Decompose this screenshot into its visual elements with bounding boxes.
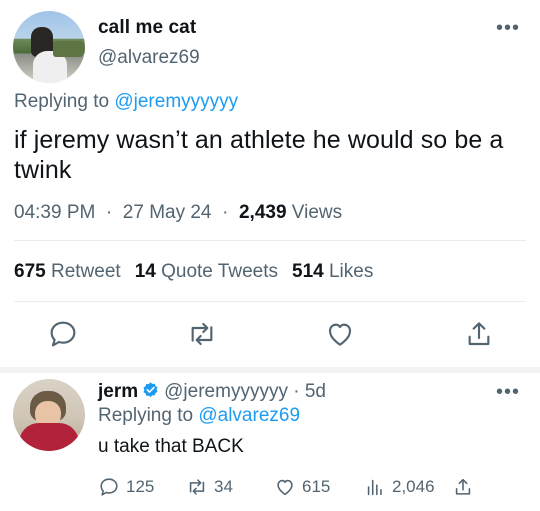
avatar-detail [19, 423, 79, 451]
retweet-button[interactable] [186, 318, 218, 350]
reply-reply-count: 125 [126, 477, 155, 496]
likes-label: Likes [328, 261, 374, 282]
retweets-stat[interactable]: 675 Retweet [14, 261, 121, 282]
replying-to-prefix: Replying to [98, 405, 199, 426]
tweet-text: if jeremy wasn’t an athlete he would so … [14, 126, 504, 184]
tweet-time[interactable]: 04:39 PM [14, 202, 95, 223]
reply-retweet-button[interactable]: 34 [186, 476, 233, 498]
reply-retweet-count: 34 [214, 477, 233, 496]
verified-icon [143, 382, 158, 397]
like-icon [277, 479, 293, 496]
likes-count: 514 [292, 261, 324, 282]
like-icon [328, 323, 352, 346]
tweet-stats: 675 Retweet 14 Quote Tweets 514 Likes [14, 261, 373, 283]
share-button[interactable] [463, 318, 495, 350]
avatar-detail [53, 41, 83, 57]
retweet-icon [191, 322, 213, 346]
reply-reply-button[interactable]: 125 [98, 476, 154, 498]
reply-icon [100, 478, 118, 496]
reply-views-button[interactable]: 2,046 [364, 476, 435, 498]
tweet-meta: 04:39 PM · 27 May 24 · 2,439 Views [14, 202, 342, 224]
views-icon [367, 479, 382, 496]
divider [14, 301, 526, 302]
share-icon [468, 322, 490, 346]
reply-like-button[interactable]: 615 [274, 476, 330, 498]
retweets-label: Retweet [50, 261, 121, 282]
reply-header: jerm @jeremyyyyyy · 5d [98, 381, 326, 403]
replying-to: Replying to @jeremyyyyyy [14, 91, 238, 113]
meta-separator: · [100, 202, 118, 223]
share-icon [455, 478, 471, 495]
divider [14, 240, 526, 241]
quotes-stat[interactable]: 14 Quote Tweets [135, 261, 278, 282]
reply-replying-to: Replying to @alvarez69 [98, 405, 300, 427]
replying-to-mention[interactable]: @alvarez69 [198, 405, 300, 426]
reply-text: u take that BACK [98, 436, 244, 457]
meta-separator: · [216, 202, 234, 223]
more-icon[interactable]: ••• [496, 382, 520, 402]
reply-display-name[interactable]: jerm [98, 381, 138, 402]
author-handle[interactable]: @alvarez69 [98, 47, 200, 69]
reply-avatar[interactable] [13, 379, 85, 451]
more-icon[interactable]: ••• [496, 18, 520, 38]
like-button[interactable] [324, 318, 356, 350]
reply-icon [50, 321, 76, 347]
replying-to-mention[interactable]: @jeremyyyyyy [114, 91, 238, 112]
quotes-label: Quote Tweets [161, 261, 278, 282]
meta-separator: · [287, 381, 305, 402]
replying-to-prefix: Replying to [14, 91, 115, 112]
reply-like-count: 615 [302, 477, 331, 496]
views-count: 2,439 [238, 202, 287, 223]
reply-button[interactable] [47, 318, 79, 350]
author-display-name[interactable]: call me cat [98, 17, 196, 39]
reply-share-button[interactable] [452, 476, 480, 498]
retweet-icon [189, 479, 205, 495]
likes-stat[interactable]: 514 Likes [292, 261, 373, 282]
tweet-date[interactable]: 27 May 24 [123, 202, 212, 223]
retweets-count: 675 [14, 261, 46, 282]
quotes-count: 14 [134, 261, 156, 282]
reply-views-count: 2,046 [392, 477, 435, 496]
reply-age[interactable]: 5d [305, 381, 326, 402]
thread-separator [0, 367, 540, 373]
avatar[interactable] [13, 11, 85, 83]
views-label: Views [291, 202, 343, 223]
reply-handle[interactable]: @jeremyyyyyy [164, 381, 288, 402]
